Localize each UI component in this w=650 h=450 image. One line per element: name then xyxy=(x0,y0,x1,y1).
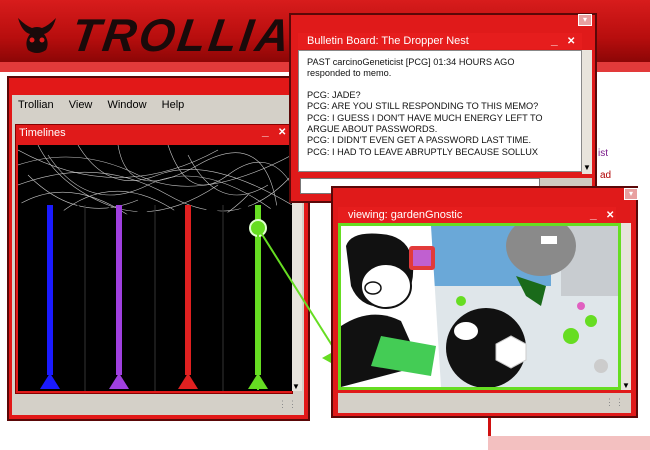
view-window-controls: _ ✕ xyxy=(590,207,614,221)
view-title: viewing: gardenGnostic xyxy=(348,209,463,221)
view-status-bar: ⋮⋮ xyxy=(338,393,631,413)
bb-title: Bulletin Board: The Dropper Nest xyxy=(307,35,469,47)
bb-message: PCG: I HAD TO LEAVE ABRUPTLY BECAUSE SOL… xyxy=(307,146,538,157)
close-button[interactable]: ✕ xyxy=(567,36,575,47)
bb-header-line: PAST carcinoGeneticist [PCG] 01:34 HOURS… xyxy=(307,57,515,67)
close-button[interactable]: ✕ xyxy=(606,210,614,221)
view-scrollbar[interactable]: ▼ xyxy=(621,223,631,390)
bb-scrollbar[interactable]: ▼ xyxy=(582,50,592,174)
garden-scene-illustration xyxy=(341,226,618,387)
minimize-button[interactable]: _ xyxy=(551,33,558,47)
viewing-image xyxy=(338,223,621,390)
bb-message: ARGUE ABOUT PASSWORDS. xyxy=(307,124,438,135)
bb-message: PCG: I GUESS I DON'T HAVE MUCH ENERGY LE… xyxy=(307,112,543,123)
minimize-button[interactable]: _ xyxy=(590,207,597,221)
bb-message: PCG: JADE? xyxy=(307,89,361,100)
bb-header-line: responded to memo. xyxy=(307,68,392,79)
resize-grip-icon[interactable]: ⋮⋮ xyxy=(605,397,625,408)
bb-message: PCG: I DIDN'T EVEN GET A PASSWORD LAST T… xyxy=(307,135,532,146)
bb-message-area[interactable]: PAST carcinoGeneticist [PCG] 01:34 HOURS… xyxy=(298,50,582,172)
bb-message: PCG: ARE YOU STILL RESPONDING TO THIS ME… xyxy=(307,101,539,112)
bb-window-controls: _ ✕ xyxy=(551,33,575,47)
connector-line xyxy=(257,227,341,359)
bb-menu-arrow-icon[interactable]: ▾ xyxy=(578,14,592,26)
view-menu-arrow-icon[interactable]: ▾ xyxy=(624,188,638,200)
scroll-down-arrow-icon[interactable]: ▼ xyxy=(583,163,591,172)
scroll-down-arrow-icon[interactable]: ▼ xyxy=(622,381,630,390)
